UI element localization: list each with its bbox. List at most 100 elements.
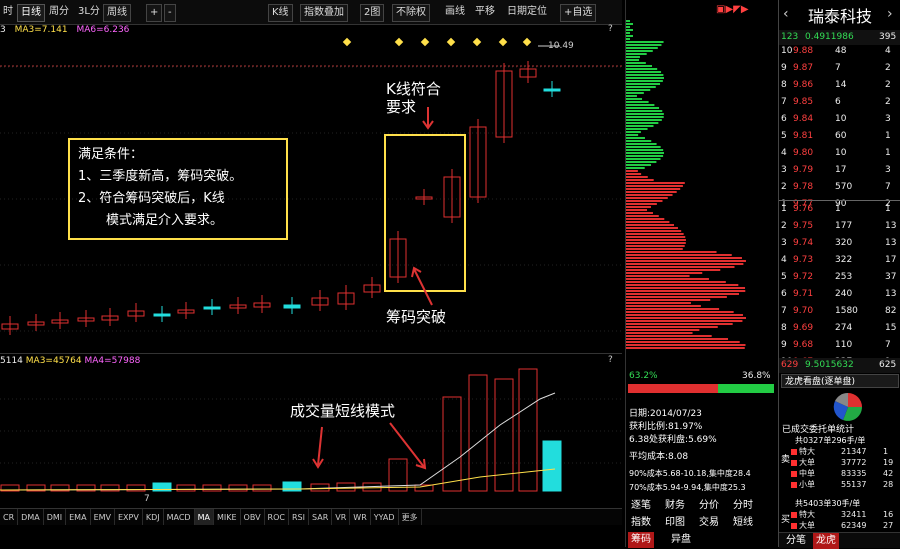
vol-v2: 27 <box>883 521 894 530</box>
indicator-tab[interactable]: ROC <box>265 509 289 526</box>
order-row[interactable]: 5 9.72 253 37 <box>779 270 900 285</box>
order-row[interactable]: 6 9.84 10 3 <box>779 112 900 127</box>
toolbar-item-period[interactable]: 周线 <box>103 4 131 22</box>
order-row[interactable]: 5 9.81 60 1 <box>779 129 900 144</box>
indicator-tab[interactable]: KDJ <box>143 509 164 526</box>
pan-button[interactable]: 平移 <box>472 4 498 20</box>
order-row[interactable]: 9 9.68 110 7 <box>779 338 900 353</box>
dragon-sub: 已成交委托单统计 <box>782 425 855 435</box>
toolbar-item-3l[interactable]: 3L分 <box>75 4 103 20</box>
volume-bar <box>310 483 330 492</box>
order-n: 1 <box>885 148 891 158</box>
toolbar-item-week[interactable]: 周分 <box>46 4 72 20</box>
chip-bar <box>626 218 665 220</box>
order-price: 9.86 <box>793 80 814 90</box>
order-row[interactable]: 2 9.78 570 7 <box>779 180 900 195</box>
order-row[interactable]: 3 9.79 17 3 <box>779 163 900 178</box>
order-vol: 48 <box>835 46 847 56</box>
toolbar-item-time[interactable]: 时 <box>0 4 16 20</box>
zoom-in-button[interactable]: + <box>146 4 163 22</box>
chip-tab[interactable]: 筹码 <box>628 532 654 548</box>
chip-bar <box>626 311 734 313</box>
order-vol: 177 <box>835 221 853 231</box>
order-row[interactable]: 1 9.76 1 1 <box>779 202 900 217</box>
vol-v2: 28 <box>883 480 894 489</box>
draw-line-button[interactable]: 画线 <box>442 4 468 20</box>
chip-tab[interactable]: 指数 <box>628 515 654 531</box>
indicator-tab[interactable]: RSI <box>289 509 309 526</box>
chip-bar <box>626 230 682 232</box>
chip-bar <box>626 248 683 250</box>
order-row[interactable]: 7 9.85 6 2 <box>779 95 900 110</box>
order-row[interactable]: 7 9.70 1580 82 <box>779 304 900 319</box>
order-row[interactable]: 8 9.69 274 15 <box>779 321 900 336</box>
order-row[interactable]: 10 9.88 48 4 <box>779 44 900 59</box>
chip-bar <box>626 53 647 55</box>
volume-bar <box>282 481 302 492</box>
order-vol: 110 <box>835 340 853 350</box>
order-price: 9.78 <box>793 182 814 192</box>
order-row[interactable]: 9 9.87 7 2 <box>779 61 900 76</box>
chip-bar <box>626 110 663 112</box>
chip-pct-right: 36.8% <box>742 371 771 381</box>
chip-tab[interactable]: 短线 <box>730 515 756 531</box>
chevron-right-icon[interactable]: › <box>887 6 893 22</box>
zoom-out-button[interactable]: - <box>164 4 176 22</box>
indicator-tab[interactable]: YYAD <box>371 509 399 526</box>
indicator-tab[interactable]: WR <box>350 509 371 526</box>
vol-k: 特大 <box>799 510 815 519</box>
indicator-tab[interactable]: OBV <box>241 509 265 526</box>
order-row[interactable]: 3 9.74 320 13 <box>779 236 900 251</box>
order-row[interactable]: 8 9.86 14 2 <box>779 78 900 93</box>
indicator-tab[interactable]: MA <box>194 509 214 526</box>
chip-tab[interactable]: 分时 <box>730 498 756 514</box>
order-row[interactable]: 4 9.80 10 1 <box>779 146 900 161</box>
chip-tab[interactable]: 分价 <box>696 498 722 514</box>
date-locate-button[interactable]: 日期定位 <box>504 4 550 20</box>
vol-row: 特大 21347 1 <box>779 446 900 457</box>
chip-tab[interactable]: 异盘 <box>668 532 694 548</box>
chip-bar <box>626 38 630 40</box>
toolbar-item-daily[interactable]: 日线 <box>17 4 45 22</box>
add-watchlist-button[interactable]: +自选 <box>560 4 597 22</box>
chip-bar <box>626 59 640 61</box>
indicator-tab[interactable]: DMI <box>44 509 67 526</box>
volume-help-icon[interactable]: ? <box>608 355 613 365</box>
index-overlay-button[interactable]: 指数叠加 <box>300 4 348 22</box>
vol-row: 小单 55137 28 <box>779 479 900 490</box>
chip-tool-icons[interactable]: ▣▶◤▶ <box>716 4 749 15</box>
ma3-label: MA3=7.141 <box>14 25 68 35</box>
volume-chart[interactable] <box>0 367 622 495</box>
indicator-tab[interactable]: VR <box>332 509 351 526</box>
dragon-dropdown[interactable]: 龙虎看盘(逐单盘) <box>781 374 899 388</box>
order-price: 9.88 <box>793 46 814 56</box>
indicator-tab[interactable]: CR <box>0 509 19 526</box>
help-icon[interactable]: ? <box>608 24 613 34</box>
order-n: 4 <box>885 46 891 56</box>
indicator-tab[interactable]: MACD <box>164 509 195 526</box>
order-n: 37 <box>885 272 897 282</box>
order-row[interactable]: 6 9.71 240 13 <box>779 287 900 302</box>
arrow-down-icon <box>422 107 434 130</box>
indicator-tab[interactable]: MIKE <box>214 509 241 526</box>
order-price: 9.74 <box>793 238 814 248</box>
chip-bar <box>626 20 630 22</box>
chip-tab[interactable]: 财务 <box>662 498 688 514</box>
order-vol: 570 <box>835 182 853 192</box>
indicator-tab[interactable]: EMV <box>91 509 115 526</box>
indicator-tab[interactable]: EMA <box>66 509 91 526</box>
indicator-tab[interactable]: EXPV <box>115 509 143 526</box>
chip-bar <box>626 269 721 271</box>
no-rights-button[interactable]: 不除权 <box>392 4 430 22</box>
chip-tab[interactable]: 逐笔 <box>628 498 654 514</box>
indicator-tab[interactable]: SAR <box>309 509 333 526</box>
chip-bar <box>626 209 648 211</box>
kline-button[interactable]: K线 <box>268 4 293 22</box>
chip-tab[interactable]: 交易 <box>696 515 722 531</box>
indicator-tab[interactable]: 更多 <box>399 509 422 526</box>
chip-tab[interactable]: 印图 <box>662 515 688 531</box>
order-row[interactable]: 4 9.73 322 17 <box>779 253 900 268</box>
two-chart-button[interactable]: 2图 <box>360 4 385 22</box>
order-row[interactable]: 2 9.75 177 13 <box>779 219 900 234</box>
indicator-tab[interactable]: DMA <box>18 509 44 526</box>
